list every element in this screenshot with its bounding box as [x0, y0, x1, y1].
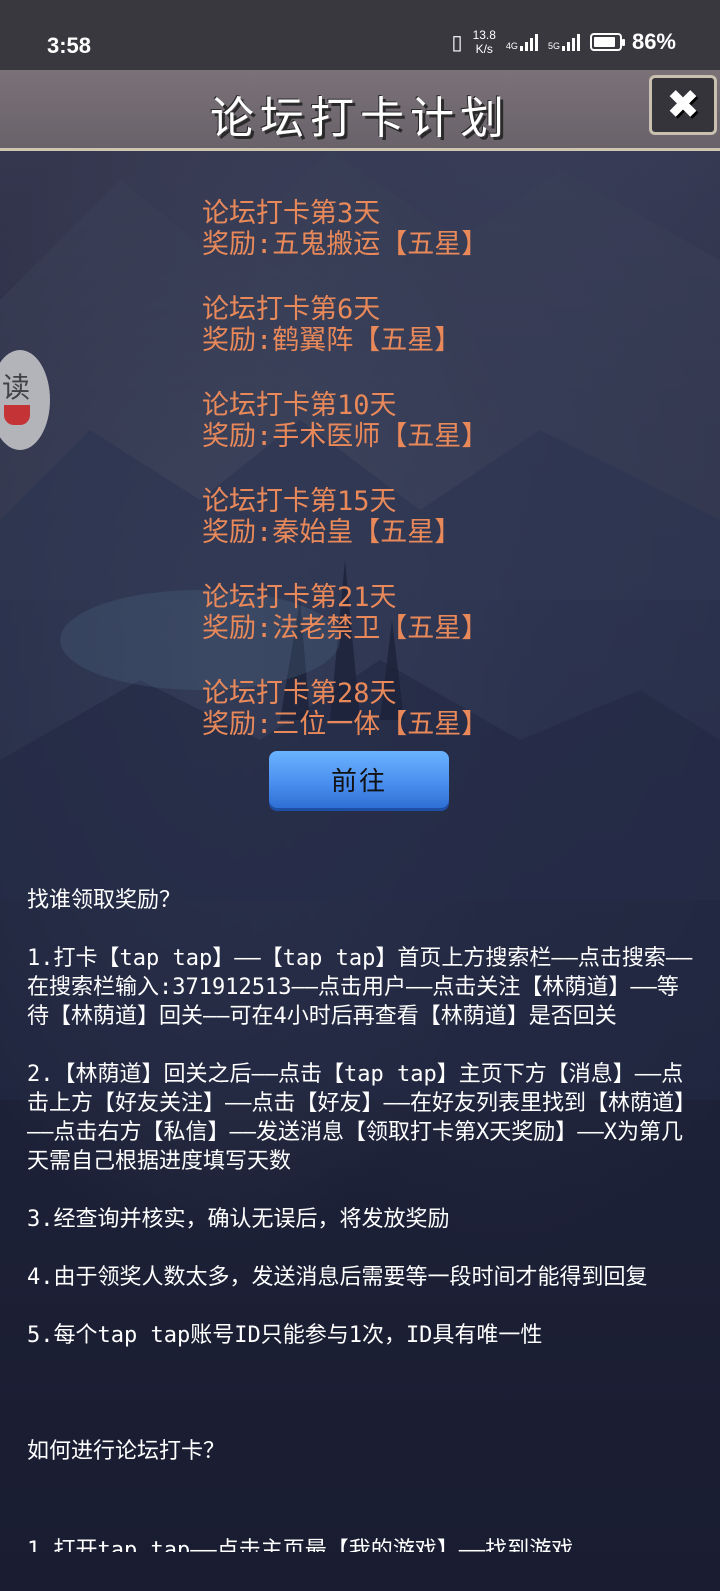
guide-heading: 找谁领取奖励？ — [27, 888, 182, 913]
guide-step-4: 4.由于领奖人数太多，发送消息后需要等一段时间才能得到回复 — [27, 1265, 648, 1290]
guide-step-2: 2.【林荫道】回关之后——点击【tap tap】主页下方【消息】——点击上方【好… — [27, 1062, 696, 1174]
status-time: 3:58 — [47, 33, 92, 58]
net-speed: 13.8 K/s — [472, 28, 496, 56]
floating-reader-label: 读 — [2, 371, 31, 404]
reward-day: 论坛打卡第3天 — [202, 198, 381, 229]
go-button[interactable]: 前往 — [269, 751, 449, 808]
close-button[interactable]: ✖ — [649, 75, 717, 135]
battery-percent: 86% — [631, 29, 676, 54]
title-bar: 论坛打卡计划 — [0, 70, 720, 151]
reward-day: 论坛打卡第6天 — [202, 294, 381, 325]
guide-step-1: 1.打卡【tap tap】——【tap tap】首页上方搜索栏——点击搜索——在… — [27, 946, 693, 1029]
floating-reader-icon — [4, 405, 30, 425]
guide-cut-line: 1.打开tap tap——点击主页最【我的游戏】——找到游戏 — [27, 1538, 574, 1552]
reward-item: 论坛打卡第15天 奖励:秦始皇【五星】 — [202, 486, 602, 548]
reward-prize: 奖励:手术医师【五星】 — [202, 421, 489, 452]
reward-day: 论坛打卡第15天 — [202, 486, 397, 517]
reward-day: 论坛打卡第10天 — [202, 390, 397, 421]
signal-4g-icon: 4G — [506, 33, 538, 51]
status-icons: ▯ 13.8 K/s 4G 5G 86% — [452, 28, 676, 56]
page-title: 论坛打卡计划 — [210, 93, 510, 144]
close-icon: ✖ — [666, 82, 700, 128]
guide-step-5: 5.每个tap tap账号ID只能参与1次，ID具有唯一性 — [27, 1323, 543, 1348]
signal-5g-icon: 5G — [548, 33, 580, 51]
reward-day: 论坛打卡第28天 — [202, 678, 397, 709]
reward-item: 论坛打卡第28天 奖励:三位一体【五星】 — [202, 678, 602, 740]
reward-list: 论坛打卡第3天 奖励:五鬼搬运【五星】 论坛打卡第6天 奖励:鹤翼阵【五星】 论坛打卡第… — [202, 198, 602, 774]
reward-item: 论坛打卡第3天 奖励:五鬼搬运【五星】 — [202, 198, 602, 260]
reward-prize: 奖励:法老禁卫【五星】 — [202, 613, 489, 644]
reward-item: 论坛打卡第6天 奖励:鹤翼阵【五星】 — [202, 294, 602, 356]
reward-item: 论坛打卡第21天 奖励:法老禁卫【五星】 — [202, 582, 602, 644]
battery-icon — [589, 33, 625, 51]
reward-prize: 奖励:三位一体【五星】 — [202, 709, 489, 740]
guide-text: 找谁领取奖励？ 1.打卡【tap tap】——【tap tap】首页上方搜索栏—… — [27, 886, 697, 1495]
guide-heading-2: 如何进行论坛打卡？ — [27, 1439, 226, 1464]
reward-prize: 奖励:鹤翼阵【五星】 — [202, 325, 462, 356]
guide-step-3: 3.经查询并核实，确认无误后，将发放奖励 — [27, 1207, 450, 1232]
reward-prize: 奖励:秦始皇【五星】 — [202, 517, 462, 548]
status-bar: 3:58 ▯ 13.8 K/s 4G 5G 86% — [0, 0, 720, 70]
reward-item: 论坛打卡第10天 奖励:手术医师【五星】 — [202, 390, 602, 452]
vibrate-icon: ▯ — [451, 31, 463, 54]
reward-day: 论坛打卡第21天 — [202, 582, 397, 613]
reward-prize: 奖励:五鬼搬运【五星】 — [202, 229, 489, 260]
